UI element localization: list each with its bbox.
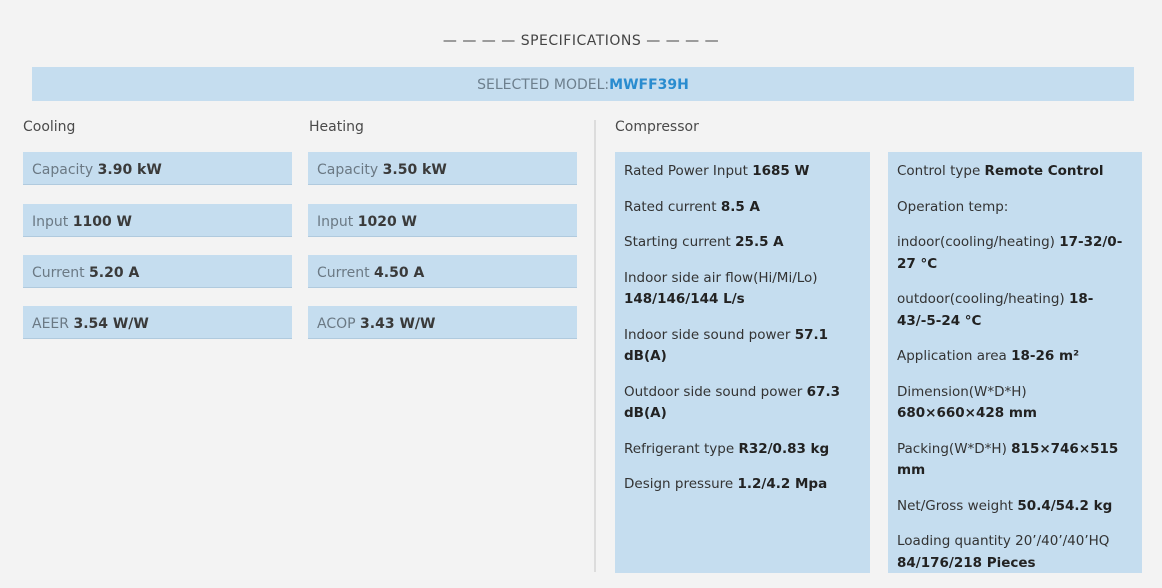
spec-value: 18-26 m² xyxy=(1011,348,1079,364)
general-spec: Control type Remote Control xyxy=(897,161,1133,183)
cooling-input: Input 1100 W xyxy=(23,204,292,237)
spec-label: Loading quantity 20’/40’/40’HQ xyxy=(897,533,1110,549)
compressor-panel: Rated Power Input 1685 W Rated current 8… xyxy=(615,152,870,573)
selected-model-code: MWFF39H xyxy=(609,77,689,93)
spec-label: Capacity xyxy=(32,162,94,178)
spec-label: Outdoor side sound power xyxy=(624,383,803,400)
spec-value: 1020 W xyxy=(357,214,417,230)
spec-value: 680×660×428 mm xyxy=(897,405,1037,421)
spec-label: Rated current xyxy=(624,198,717,215)
general-spec: outdoor(cooling/heating) 18-43/-5-24 °C xyxy=(897,289,1133,332)
spec-label: Packing(W*D*H) xyxy=(897,440,1007,457)
spec-label: Application area xyxy=(897,348,1007,364)
heating-current: Current 4.50 A xyxy=(308,255,577,288)
cooling-capacity: Capacity 3.90 kW xyxy=(23,152,292,185)
spec-label: Starting current xyxy=(624,234,731,250)
spec-label: Current xyxy=(317,265,370,281)
spec-label: Input xyxy=(32,214,69,230)
cooling-heading: Cooling xyxy=(23,119,76,135)
spec-value: R32/0.83 kg xyxy=(738,440,830,457)
compressor-spec: Design pressure 1.2/4.2 Mpa xyxy=(624,474,861,496)
spec-label: Net/Gross weight xyxy=(897,497,1014,514)
compressor-heading: Compressor xyxy=(615,119,699,135)
general-spec: Operation temp: xyxy=(897,197,1133,219)
spec-value: 3.54 W/W xyxy=(73,316,149,332)
compressor-spec: Indoor side air flow(Hi/Mi/Lo) 148/146/1… xyxy=(624,268,861,311)
spec-value: 148/146/144 L/s xyxy=(624,291,745,307)
column-divider xyxy=(594,120,596,572)
compressor-spec: Rated Power Input 1685 W xyxy=(624,161,861,183)
compressor-spec: Rated current 8.5 A xyxy=(624,197,861,219)
spec-label: Dimension(W*D*H) xyxy=(897,383,1027,400)
spec-value: 1685 W xyxy=(752,163,810,179)
spec-label: Input xyxy=(317,214,354,230)
compressor-spec: Refrigerant type R32/0.83 kg xyxy=(624,439,861,461)
spec-label: Indoor side air flow(Hi/Mi/Lo) xyxy=(624,269,818,286)
selected-model-bar: SELECTED MODEL:MWFF39H xyxy=(32,67,1134,101)
spec-label: outdoor(cooling/heating) xyxy=(897,291,1065,307)
general-spec: Packing(W*D*H) 815×746×515 mm xyxy=(897,439,1133,482)
general-spec: Net/Gross weight 50.4/54.2 kg xyxy=(897,496,1133,518)
heating-heading: Heating xyxy=(309,119,364,135)
compressor-spec: Outdoor side sound power 67.3 dB(A) xyxy=(624,382,861,425)
heating-input: Input 1020 W xyxy=(308,204,577,237)
spec-label: Control type xyxy=(897,163,981,179)
spec-value: 8.5 A xyxy=(720,198,760,215)
spec-label: Refrigerant type xyxy=(624,440,735,457)
general-spec: Application area 18-26 m² xyxy=(897,346,1133,368)
spec-label: Rated Power Input xyxy=(624,163,748,179)
general-spec: Loading quantity 20’/40’/40’HQ 84/176/21… xyxy=(897,531,1133,574)
spec-value: 50.4/54.2 kg xyxy=(1017,497,1113,514)
general-specs-panel: Control type Remote Control Operation te… xyxy=(888,152,1142,573)
spec-label: ACOP xyxy=(317,316,356,332)
specifications-title: — — — — SPECIFICATIONS — — — — xyxy=(442,33,720,49)
spec-label: Current xyxy=(32,265,85,281)
spec-value: 3.90 kW xyxy=(97,162,162,178)
selected-model-label: SELECTED MODEL: xyxy=(477,77,610,93)
spec-value: 3.50 kW xyxy=(382,162,447,178)
spec-label: Capacity xyxy=(317,162,379,178)
spec-label: AEER xyxy=(32,316,69,332)
compressor-spec: Starting current 25.5 A xyxy=(624,232,861,254)
cooling-aeer: AEER 3.54 W/W xyxy=(23,306,292,339)
spec-value: 4.50 A xyxy=(374,265,425,281)
compressor-spec: Indoor side sound power 57.1 dB(A) xyxy=(624,325,861,368)
spec-label: Indoor side sound power xyxy=(624,326,791,343)
spec-value: 5.20 A xyxy=(89,265,140,281)
spec-value: 84/176/218 Pieces xyxy=(897,554,1036,571)
spec-value: Remote Control xyxy=(984,163,1104,179)
heating-capacity: Capacity 3.50 kW xyxy=(308,152,577,185)
spec-value: 25.5 A xyxy=(735,234,784,250)
cooling-current: Current 5.20 A xyxy=(23,255,292,288)
spec-value: 1100 W xyxy=(72,214,132,230)
general-spec: indoor(cooling/heating) 17-32/0-27 °C xyxy=(897,232,1133,275)
spec-value: 1.2/4.2 Mpa xyxy=(737,476,828,492)
heating-acop: ACOP 3.43 W/W xyxy=(308,306,577,339)
spec-label: Operation temp: xyxy=(897,198,1009,215)
spec-value: 3.43 W/W xyxy=(360,316,436,332)
general-spec: Dimension(W*D*H) 680×660×428 mm xyxy=(897,382,1133,425)
spec-label: indoor(cooling/heating) xyxy=(897,234,1055,250)
spec-label: Design pressure xyxy=(624,476,734,492)
